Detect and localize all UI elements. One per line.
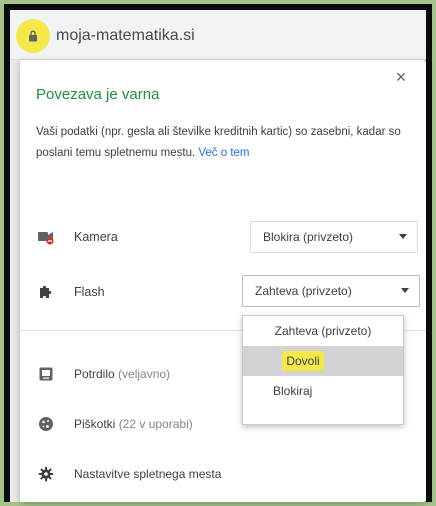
certificate-status: (veljavno)	[118, 367, 171, 381]
chevron-down-icon	[399, 234, 407, 239]
option-block[interactable]: Blokiraj	[243, 376, 403, 406]
cookies-count: (22 v uporabi)	[118, 417, 193, 431]
cookies-text: Piškotki	[74, 417, 116, 431]
camera-permission-select[interactable]: Blokira (privzeto)	[250, 221, 418, 253]
site-settings-label: Nastavitve spletnega mesta	[74, 467, 222, 481]
option-allow[interactable]: Dovoli	[243, 346, 403, 376]
certificate-label: Potrdilo (veljavno)	[74, 367, 170, 381]
flash-permission-value: Zahteva (privzeto)	[255, 284, 352, 298]
cookie-icon	[36, 414, 56, 434]
option-ask-default[interactable]: Zahteva (privzeto)	[243, 316, 403, 346]
chevron-down-icon	[401, 288, 409, 293]
camera-blocked-icon	[36, 227, 56, 247]
site-domain: moja-matematika.si	[56, 27, 195, 44]
site-info-popup: × Povezava je varna Vaši podatki (npr. g…	[20, 60, 426, 502]
certificate-text: Potrdilo	[74, 367, 115, 381]
close-icon[interactable]: ×	[392, 68, 410, 86]
security-description: Vaši podatki (npr. gesla ali številke kr…	[36, 122, 406, 164]
option-label: Dovoli	[282, 351, 324, 371]
cookies-label: Piškotki (22 v uporabi)	[74, 417, 193, 431]
learn-more-link[interactable]: Več o tem	[198, 147, 249, 159]
permission-label-camera: Kamera	[74, 230, 118, 244]
flash-options-dropdown: Zahteva (privzeto) Dovoli Blokiraj	[242, 315, 404, 425]
puzzle-icon	[36, 282, 56, 302]
gear-icon	[36, 464, 56, 484]
camera-permission-value: Blokira (privzeto)	[263, 230, 354, 244]
permission-label-flash: Flash	[74, 285, 105, 299]
info-row-site-settings[interactable]: Nastavitve spletnega mesta	[36, 457, 396, 491]
option-label: Blokiraj	[273, 384, 313, 398]
option-label: Zahteva (privzeto)	[274, 324, 372, 338]
flash-permission-select[interactable]: Zahteva (privzeto)	[242, 275, 420, 307]
certificate-icon	[36, 364, 56, 384]
connection-secure-title: Povezava je varna	[36, 86, 160, 103]
lock-icon[interactable]	[16, 19, 50, 53]
address-bar[interactable]: moja-matematika.si	[14, 18, 314, 54]
